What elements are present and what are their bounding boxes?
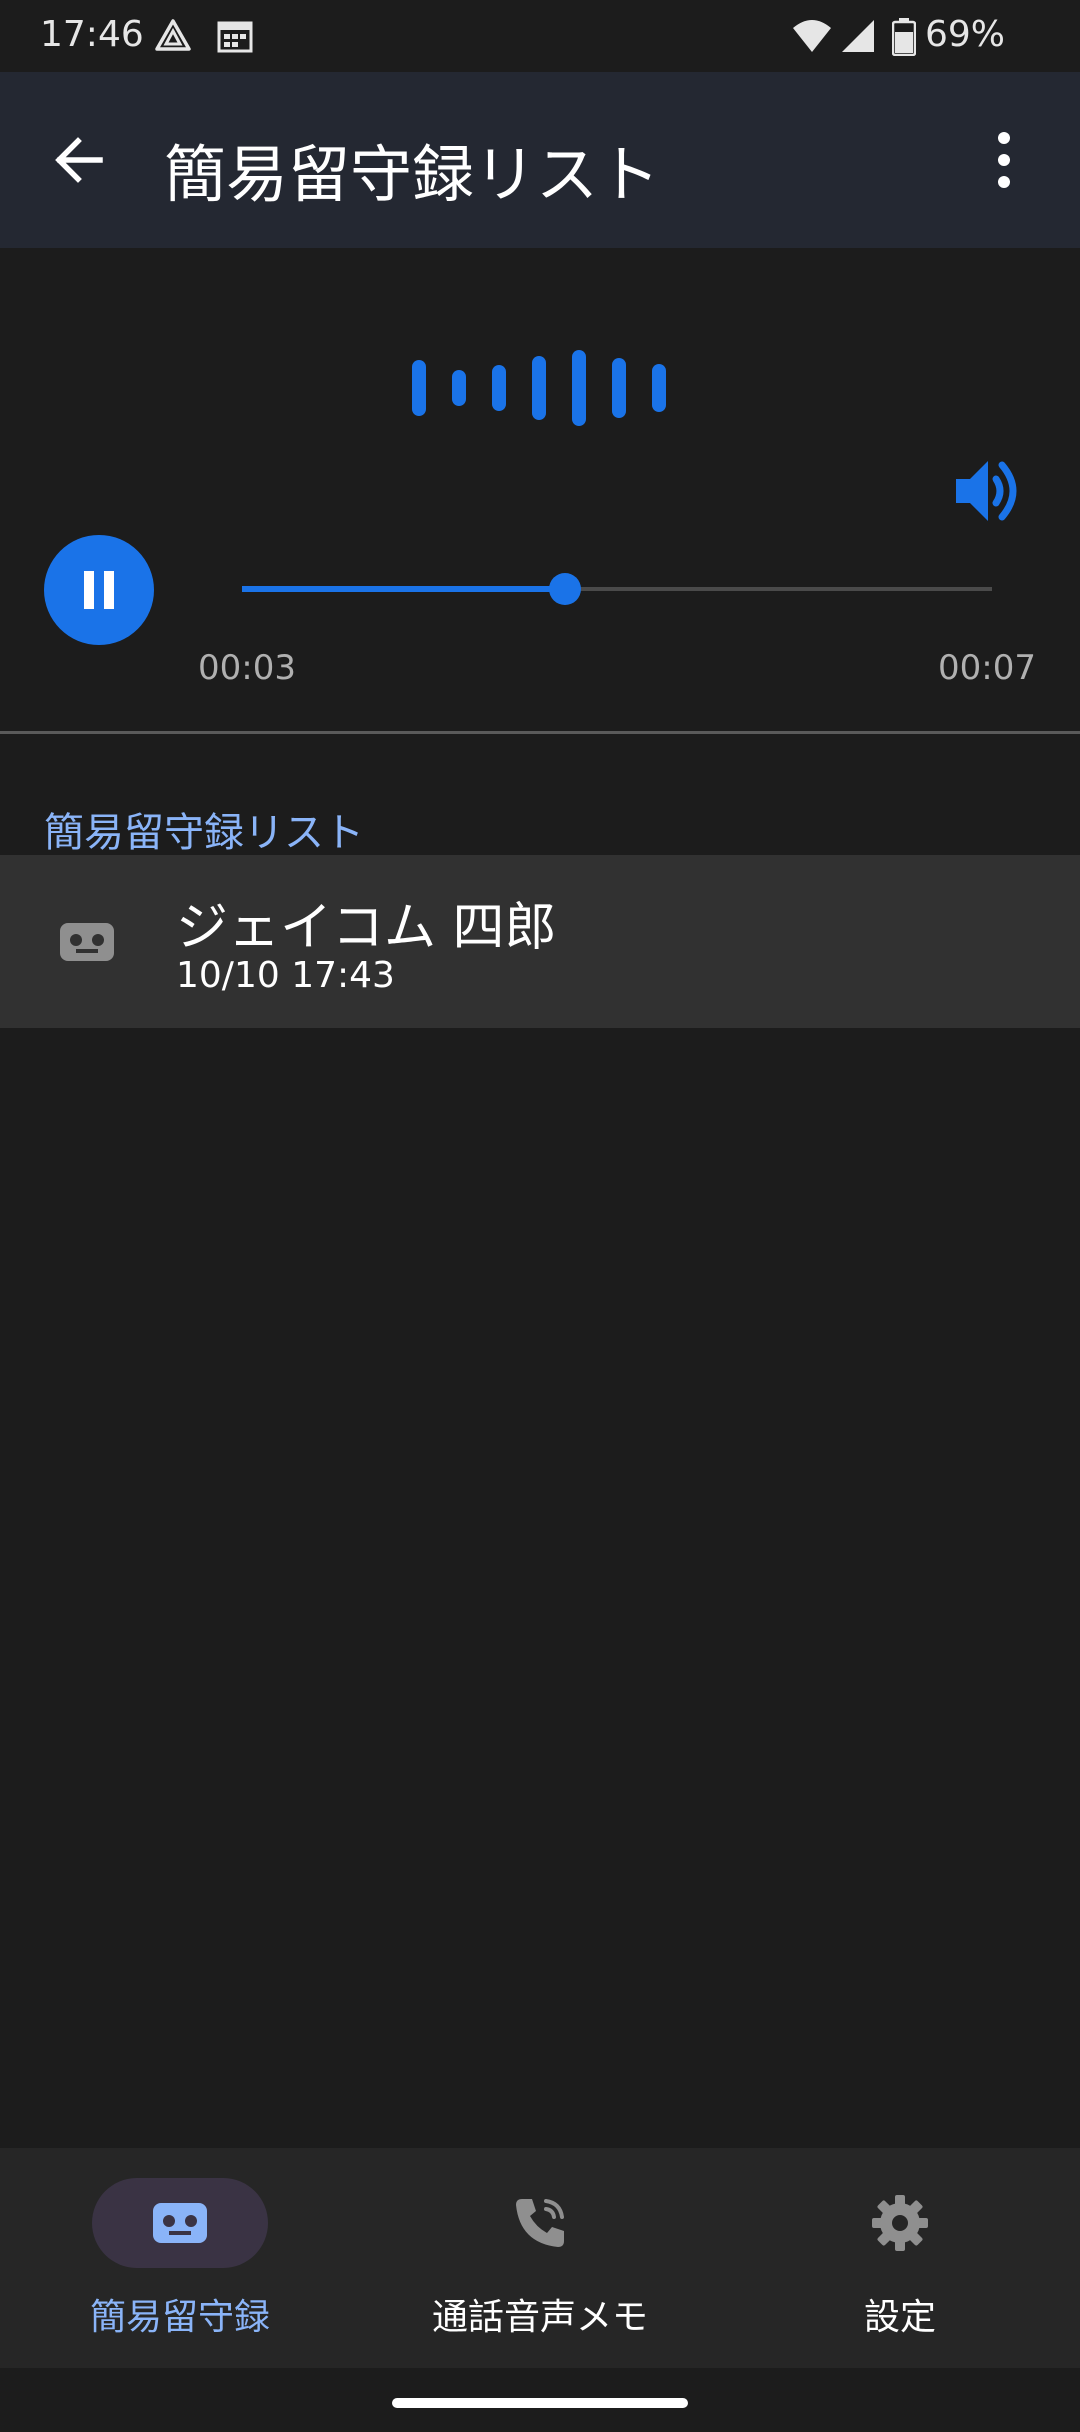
status-time: 17:46 <box>40 14 144 55</box>
volume-icon <box>956 461 1017 521</box>
pause-button[interactable] <box>44 535 154 645</box>
caller-name: ジェイコム 四郎 <box>176 898 557 958</box>
battery-icon <box>891 18 917 65</box>
divider <box>0 731 1080 734</box>
current-time: 00:03 <box>198 648 296 688</box>
drive-icon <box>154 18 192 63</box>
battery-percent: 69% <box>925 14 1006 55</box>
nav-label: 通話音声メモ <box>431 2297 648 2338</box>
nav-label: 簡易留守録 <box>89 2297 270 2338</box>
nav-item-voicemail[interactable]: 簡易留守録 <box>0 2148 360 2368</box>
progress-fill <box>242 586 565 592</box>
bottom-nav: 簡易留守録 通話音声メモ 設定 <box>0 2148 1080 2368</box>
gesture-handle[interactable] <box>392 2398 688 2408</box>
audio-player: 00:03 00:07 <box>0 248 1080 732</box>
more-vert-icon <box>998 132 1010 188</box>
section-title: 簡易留守録リスト <box>44 810 364 856</box>
app-bar: 簡易留守録リスト <box>0 72 1080 248</box>
waveform-icon <box>400 348 680 432</box>
nav-label: 設定 <box>863 2297 936 2338</box>
pause-icon <box>84 571 114 609</box>
calendar-icon <box>216 18 254 63</box>
phone-record-icon <box>510 2193 570 2253</box>
more-options-button[interactable] <box>972 124 1036 196</box>
back-button[interactable] <box>44 124 116 196</box>
total-time: 00:07 <box>938 648 1036 688</box>
voicemail-icon <box>150 2193 210 2253</box>
recording-datetime: 10/10 17:43 <box>176 955 395 996</box>
wifi-icon <box>792 18 832 63</box>
list-item[interactable]: ジェイコム 四郎 10/10 17:43 <box>0 855 1080 1028</box>
volume-button[interactable] <box>950 453 1030 533</box>
progress-thumb[interactable] <box>549 573 581 605</box>
page-title: 簡易留守録リスト <box>164 138 661 211</box>
status-bar: 17:46 69% <box>0 0 1080 72</box>
voicemail-icon <box>56 911 118 977</box>
gear-icon <box>870 2193 930 2253</box>
nav-item-settings[interactable]: 設定 <box>720 2148 1080 2368</box>
signal-icon <box>840 18 876 63</box>
arrow-left-icon <box>55 137 103 183</box>
nav-item-call-memo[interactable]: 通話音声メモ <box>360 2148 720 2368</box>
